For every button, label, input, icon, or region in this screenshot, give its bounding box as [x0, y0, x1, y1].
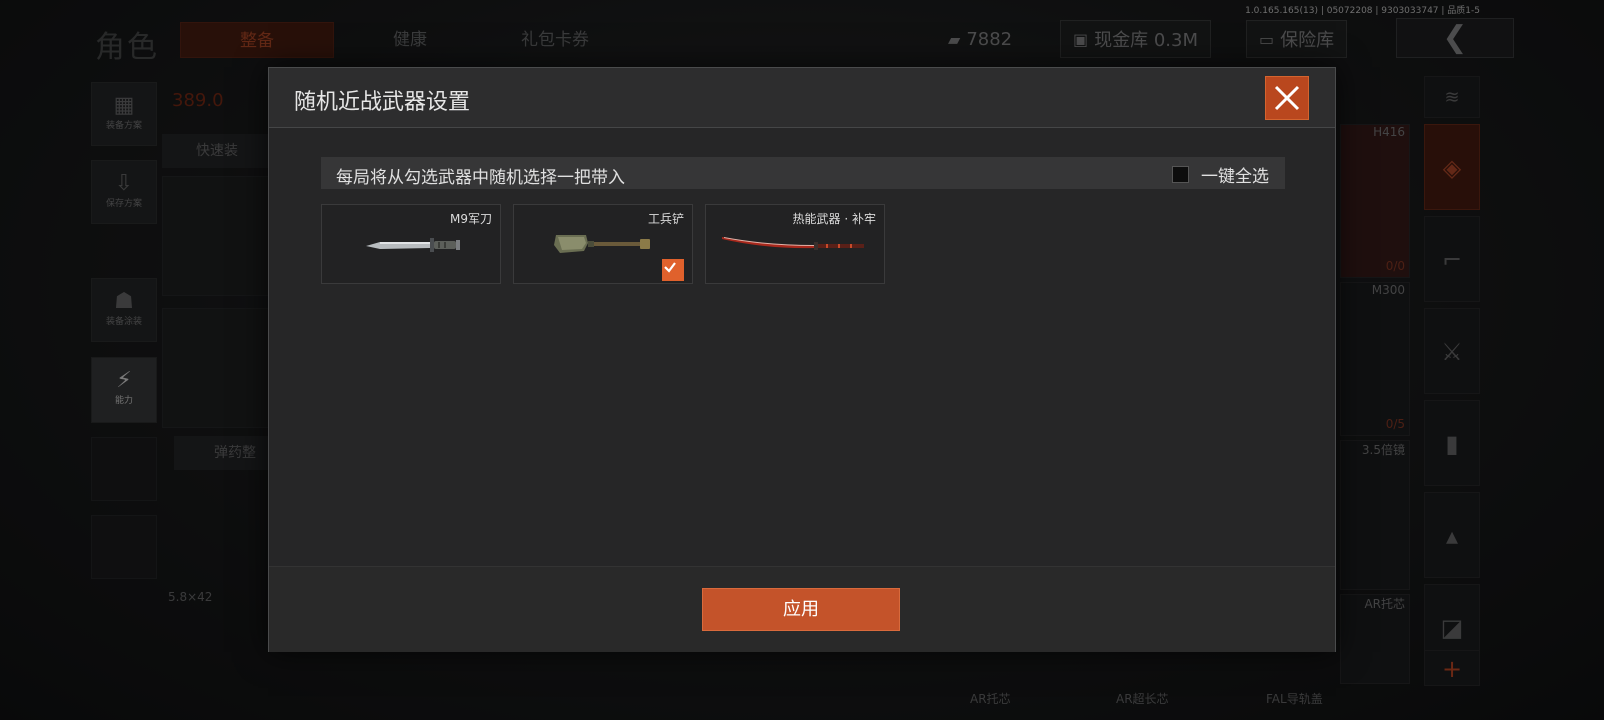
dialog-header: 随机近战武器设置: [269, 68, 1335, 128]
weapon-name: M9军刀: [450, 212, 492, 226]
game-screen: 1.0.165.165(13) | 05072208 | 9303033747 …: [0, 0, 1604, 720]
select-all-label: 一键全选: [1201, 167, 1269, 187]
hint-bar: 每局将从勾选武器中随机选择一把带入 一键全选: [321, 157, 1285, 189]
weapon-card-m9[interactable]: M9军刀: [321, 204, 501, 284]
close-icon: [1274, 85, 1300, 111]
weapon-name: 工兵铲: [647, 212, 684, 226]
random-melee-settings-dialog: 随机近战武器设置 每局将从勾选武器中随机选择一把带入 一键全选 M9军刀 工兵铲…: [268, 67, 1336, 652]
weapon-name: 热能武器 · 补牢: [792, 212, 876, 226]
apply-button[interactable]: 应用: [702, 588, 900, 631]
dialog-title: 随机近战武器设置: [294, 90, 471, 115]
dialog-footer: 应用: [269, 566, 1335, 652]
select-all-checkbox[interactable]: [1172, 166, 1189, 183]
select-all-toggle[interactable]: 一键全选: [1172, 162, 1269, 187]
weapon-card-katana[interactable]: 热能武器 · 补牢: [705, 204, 885, 284]
hint-text: 每局将从勾选武器中随机选择一把带入: [336, 168, 625, 188]
close-button[interactable]: [1265, 76, 1309, 120]
check-icon: [664, 262, 676, 273]
weapon-checkbox-checked[interactable]: [662, 259, 684, 281]
weapon-card-shovel[interactable]: 工兵铲: [513, 204, 693, 284]
